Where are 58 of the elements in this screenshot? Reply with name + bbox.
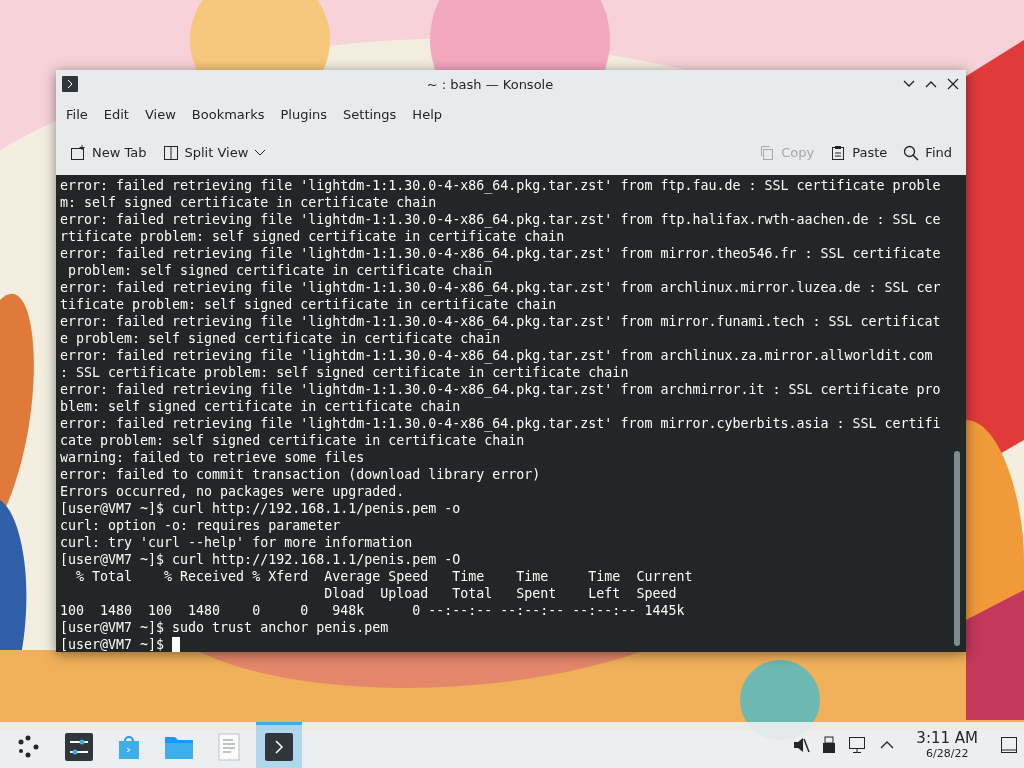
- split-button[interactable]: Split View: [156, 140, 273, 165]
- search-icon: [903, 144, 920, 161]
- chevron-down-icon: [254, 148, 267, 157]
- terminal-icon: [62, 76, 78, 92]
- terminal-prompt: [user@VM7 ~]$: [60, 636, 165, 652]
- taskbar-app[interactable]: [256, 722, 302, 768]
- chevron-up-icon[interactable]: [880, 740, 895, 750]
- terminal-line: error: failed retrieving file 'lightdm-1:1.30.0-4-x86_64.pkg.tar.zst' from mirror.theo546.fr : SSL certificate: [60, 245, 942, 262]
- terminal-line: error: failed retrieving file 'lightdm-1:1.30.0-4-x86_64.pkg.tar.zst' from archlinux.mirror.luzea.de : SSL cer: [60, 279, 942, 296]
- terminal-line: [user@VM7 ~]$ sudo trust anchor penis.pem: [60, 619, 390, 636]
- menu-item[interactable]: Edit: [95, 102, 137, 126]
- menu-item[interactable]: Help: [404, 102, 450, 126]
- terminal-line: error: failed retrieving file 'lightdm-1:1.30.0-4-x86_64.pkg.tar.zst' from archlinux.za.mirror.allworldit.com: [60, 347, 934, 364]
- clock-date[interactable]: 6/28/22: [925, 747, 969, 760]
- terminal-line: tificate problem: self signed certificate in certificate chain: [60, 296, 558, 313]
- terminal-line: rtificate problem: self signed certificate in certificate chain: [60, 228, 566, 245]
- terminal-line: problem: self signed certificate in certificate chain: [67, 262, 494, 279]
- speaker-muted-icon[interactable]: [792, 736, 811, 754]
- close-icon[interactable]: [946, 77, 960, 91]
- split-view-icon: [162, 144, 179, 161]
- menu-item[interactable]: File: [58, 102, 96, 126]
- terminal-line: % Total % Received % Xferd Average Speed Time Time Time Current: [75, 568, 694, 585]
- terminal-line: error: failed to commit transaction (download library error): [60, 466, 542, 483]
- terminal-line: cate problem: self signed certificate in certificate chain: [60, 432, 526, 449]
- window-title: ~ : bash — Konsole: [425, 76, 555, 92]
- terminal-line: : SSL certificate problem: self signed certificate in certificate chain: [60, 364, 630, 381]
- terminal-line: error: failed retrieving file 'lightdm-1:1.30.0-4-x86_64.pkg.tar.zst' from mirror.cyberbits.asia : SSL certifi: [60, 415, 942, 432]
- menu-item[interactable]: View: [136, 102, 184, 126]
- terminal-line: Dload Upload Total Spent Left Speed: [323, 585, 678, 602]
- copy-icon: [759, 144, 776, 161]
- terminal-line: e problem: self signed certificate in certificate chain: [60, 330, 502, 347]
- document-icon: [218, 732, 240, 761]
- terminal-line: warning: failed to retrieve some files: [60, 449, 366, 466]
- clock-time[interactable]: 3:11 AM: [916, 730, 978, 747]
- new-tab-icon: [70, 144, 86, 161]
- menu-item[interactable]: Bookmarks: [183, 102, 273, 126]
- scrollbar-thumb[interactable]: [954, 451, 960, 646]
- terminal-line: Errors occurred, no packages were upgraded.: [60, 483, 406, 500]
- paste-button[interactable]: Paste: [824, 140, 894, 165]
- show-desktop-icon[interactable]: [1000, 736, 1018, 754]
- terminal-line: error: failed retrieving file 'lightdm-1:1.30.0-4-x86_64.pkg.tar.zst' from ftp.halifax.rwth-aachen.de : SSL ce: [60, 211, 942, 228]
- find-button[interactable]: Find: [897, 140, 958, 165]
- terminal-line: blem: self signed certificate in certificate chain: [60, 398, 462, 415]
- paste-icon: [830, 144, 847, 161]
- terminal-line: error: failed retrieving file 'lightdm-1:1.30.0-4-x86_64.pkg.tar.zst' from mirror.funami.tech : SSL certificat: [60, 313, 942, 330]
- terminal-icon: [265, 732, 293, 761]
- terminal-line: curl: option -o: requires parameter: [60, 517, 342, 534]
- menu-item[interactable]: Settings: [335, 102, 405, 126]
- new-tab-button[interactable]: New Tab: [64, 140, 153, 165]
- terminal-line: m: self signed certificate in certificate chain: [60, 194, 438, 211]
- sliders-icon: [65, 732, 93, 761]
- terminal-line: [user@VM7 ~]$ curl http://192.168.1.1/penis.pem -o: [60, 500, 462, 517]
- terminal-line: error: failed retrieving file 'lightdm-1:1.30.0-4-x86_64.pkg.tar.zst' from archmirror.it : SSL certificate pro: [60, 381, 942, 398]
- terminal-line: error: failed retrieving file 'lightdm-1:1.30.0-4-x86_64.pkg.tar.zst' from ftp.fau.de : SSL certificate proble: [60, 177, 942, 194]
- terminal-line: curl: try 'curl --help' for more information: [60, 534, 414, 551]
- terminal-line: 100 1480 100 1480 0 0 948k 0 --:--:-- --:--:-- --:--:-- 1445k: [60, 602, 686, 619]
- menu-item[interactable]: Plugins: [272, 102, 336, 126]
- terminal-line: [user@VM7 ~]$ curl http://192.168.1.1/penis.pem -O: [60, 551, 462, 568]
